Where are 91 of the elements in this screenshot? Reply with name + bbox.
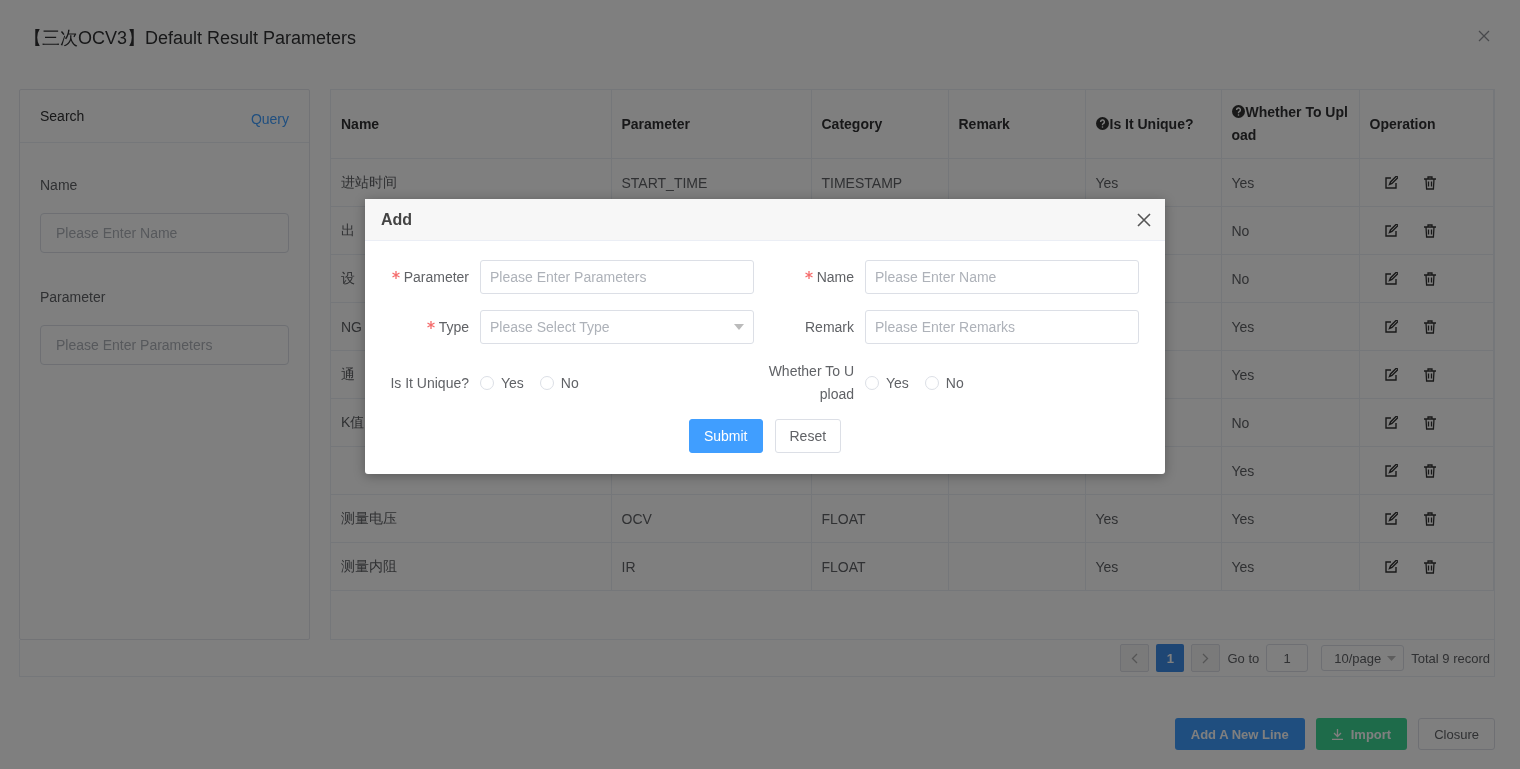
edit-icon[interactable] [1383, 367, 1398, 382]
table-cell: Yes [1231, 462, 1255, 479]
action-button[interactable]: Add A New Line [1174, 718, 1305, 750]
table-cell: START_TIME [621, 174, 708, 191]
caret-icon [1387, 655, 1397, 661]
total-count: Total 9 record [1411, 650, 1490, 666]
column-header: Parameter [611, 90, 811, 159]
action-button[interactable]: Closure [1418, 718, 1495, 750]
table-cell: Yes [1095, 510, 1119, 527]
asterisk-icon [804, 270, 813, 279]
text-field[interactable]: Please Enter Remarks [865, 310, 1139, 344]
column-header: Operation [1359, 90, 1494, 159]
table-cell: Yes [1231, 510, 1255, 527]
field-label: Is It Unique? [389, 373, 469, 393]
edit-icon[interactable] [1383, 559, 1398, 574]
table-cell: TIMESTAMP [821, 174, 903, 191]
trash-icon[interactable] [1423, 223, 1436, 238]
column-header: Remark [948, 90, 1085, 159]
table-cell: Yes [1231, 558, 1255, 575]
field-label: Whether To Upload [767, 362, 854, 404]
table-cell: No [1231, 414, 1250, 431]
field-label: Parameter [40, 289, 107, 305]
trash-icon[interactable] [1423, 463, 1436, 478]
field-label: Parameter [381, 265, 469, 289]
field-label: Type [381, 315, 469, 339]
download-icon [1331, 728, 1343, 740]
table-cell: Yes [1231, 174, 1255, 191]
table-cell: FLOAT [821, 510, 866, 527]
table-cell: No [1231, 222, 1250, 239]
column-header: Is It Unique? [1085, 90, 1221, 159]
help-icon [1231, 105, 1245, 118]
trash-icon[interactable] [1423, 511, 1436, 526]
edit-icon[interactable] [1383, 223, 1398, 238]
table-cell: No [1231, 270, 1250, 287]
table-cell: K值 [341, 413, 365, 430]
table-cell: Yes [1231, 366, 1255, 383]
page-field[interactable]: 1 [1266, 644, 1309, 672]
trash-icon[interactable] [1423, 175, 1436, 190]
chevron-left-icon [1131, 652, 1139, 664]
column-header: Name [331, 90, 611, 159]
radio-option[interactable]: Yes [865, 375, 909, 391]
table-cell: 测量电压 [341, 509, 397, 526]
table-cell: NG [341, 318, 362, 335]
table-cell: 进站时间 [341, 173, 397, 190]
goto-label: Go to [1227, 650, 1260, 666]
page-button[interactable]: 1 [1156, 644, 1185, 672]
radio-option[interactable]: No [924, 375, 964, 391]
close-icon[interactable] [1137, 212, 1151, 227]
edit-icon[interactable] [1383, 511, 1398, 526]
edit-icon[interactable] [1383, 175, 1398, 190]
trash-icon[interactable] [1423, 319, 1436, 334]
trash-icon[interactable] [1423, 415, 1436, 430]
query-link[interactable]: Query [250, 111, 289, 127]
field-label: Name [766, 265, 854, 289]
radio-option[interactable]: Yes [480, 375, 524, 391]
text-field[interactable]: Please Enter Parameters [480, 260, 754, 294]
edit-icon[interactable] [1383, 463, 1398, 478]
help-icon [1095, 116, 1109, 130]
column-header: Whether To Upload [1221, 90, 1359, 159]
dialog-title: Add [381, 210, 413, 229]
dialog-title: 【三次OCV3】Default Result Parameters [24, 27, 357, 50]
radio-option[interactable]: No [539, 375, 579, 391]
trash-icon[interactable] [1423, 367, 1436, 382]
table-cell: 出 [341, 221, 355, 238]
table-cell: Yes [1231, 318, 1255, 335]
asterisk-icon [426, 320, 435, 329]
submit-button[interactable]: Submit [688, 419, 763, 453]
table-cell: OCV [621, 510, 652, 527]
trash-icon[interactable] [1423, 271, 1436, 286]
text-field[interactable]: Please Enter Name [865, 260, 1139, 294]
edit-icon[interactable] [1383, 319, 1398, 334]
table-cell: 设 [341, 269, 355, 286]
page-size-select[interactable]: 10/page [1321, 645, 1405, 671]
edit-icon[interactable] [1383, 415, 1398, 430]
caret-icon [734, 324, 744, 330]
reset-button[interactable]: Reset [774, 419, 842, 453]
chevron-right-icon [1202, 652, 1210, 664]
trash-icon[interactable] [1423, 559, 1436, 574]
table-cell: Yes [1095, 558, 1119, 575]
table-cell: FLOAT [821, 558, 866, 575]
table-cell: Yes [1095, 174, 1119, 191]
field-label: Remark [804, 317, 854, 337]
column-header: Category [811, 90, 948, 159]
field-label: Name [40, 177, 79, 193]
edit-icon[interactable] [1383, 271, 1398, 286]
panel-title: Search [40, 108, 85, 124]
table-cell: 通 [341, 365, 355, 382]
select-field[interactable]: Please Select Type [480, 310, 754, 344]
table-cell: IR [621, 558, 636, 575]
table-cell: 测量内阻 [341, 557, 397, 574]
asterisk-icon [391, 270, 400, 279]
